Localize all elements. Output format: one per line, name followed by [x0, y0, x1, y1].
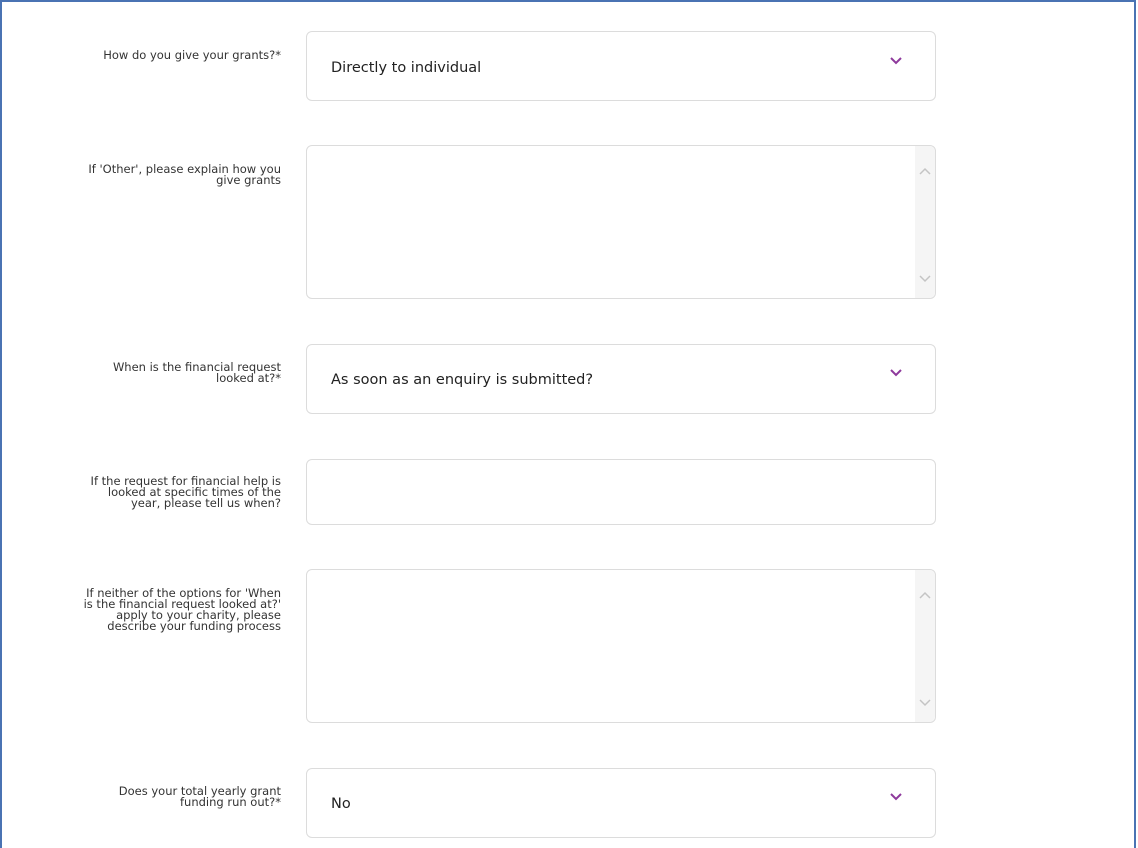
scroll-down-icon[interactable] — [918, 274, 932, 284]
other-explain-label-line: give grants — [216, 173, 281, 187]
request-timing-value: As soon as an enquiry is submitted? — [331, 372, 594, 388]
funding-runs-out-value: No — [331, 796, 351, 812]
textarea-scrollbar[interactable] — [915, 570, 935, 722]
grants-method-label: How do you give your grants?* — [41, 48, 281, 62]
other-explain-textarea[interactable] — [306, 145, 936, 299]
funding-runs-out-select[interactable]: No — [306, 768, 936, 838]
scroll-up-icon[interactable] — [918, 590, 932, 600]
grants-method-value: Directly to individual — [331, 60, 482, 76]
specific-times-label-line: year, please tell us when? — [130, 496, 281, 510]
scroll-up-icon[interactable] — [918, 166, 932, 176]
grants-method-select[interactable]: Directly to individual — [306, 31, 936, 101]
textarea-scrollbar[interactable] — [915, 146, 935, 298]
scroll-down-icon[interactable] — [918, 698, 932, 708]
chevron-down-icon[interactable] — [889, 54, 903, 68]
chevron-down-icon[interactable] — [889, 366, 903, 380]
funding-runs-out-label-line: funding run out?* — [179, 795, 281, 809]
specific-times-label: If the request for financial help is loo… — [41, 475, 281, 510]
request-timing-label-line: looked at?* — [216, 371, 281, 385]
funding-process-label-line: describe your funding process — [107, 619, 281, 633]
grants-method-label-text: How do you give your grants?* — [103, 48, 281, 62]
chevron-down-icon[interactable] — [889, 790, 903, 804]
other-explain-label: If 'Other', please explain how you give … — [41, 163, 281, 187]
funding-process-label: If neither of the options for 'When is t… — [41, 587, 281, 633]
request-timing-select[interactable]: As soon as an enquiry is submitted? — [306, 344, 936, 414]
funding-process-textarea[interactable] — [306, 569, 936, 723]
funding-runs-out-label: Does your total yearly grant funding run… — [41, 785, 281, 809]
request-timing-label: When is the financial request looked at?… — [41, 361, 281, 385]
specific-times-input[interactable] — [306, 459, 936, 525]
